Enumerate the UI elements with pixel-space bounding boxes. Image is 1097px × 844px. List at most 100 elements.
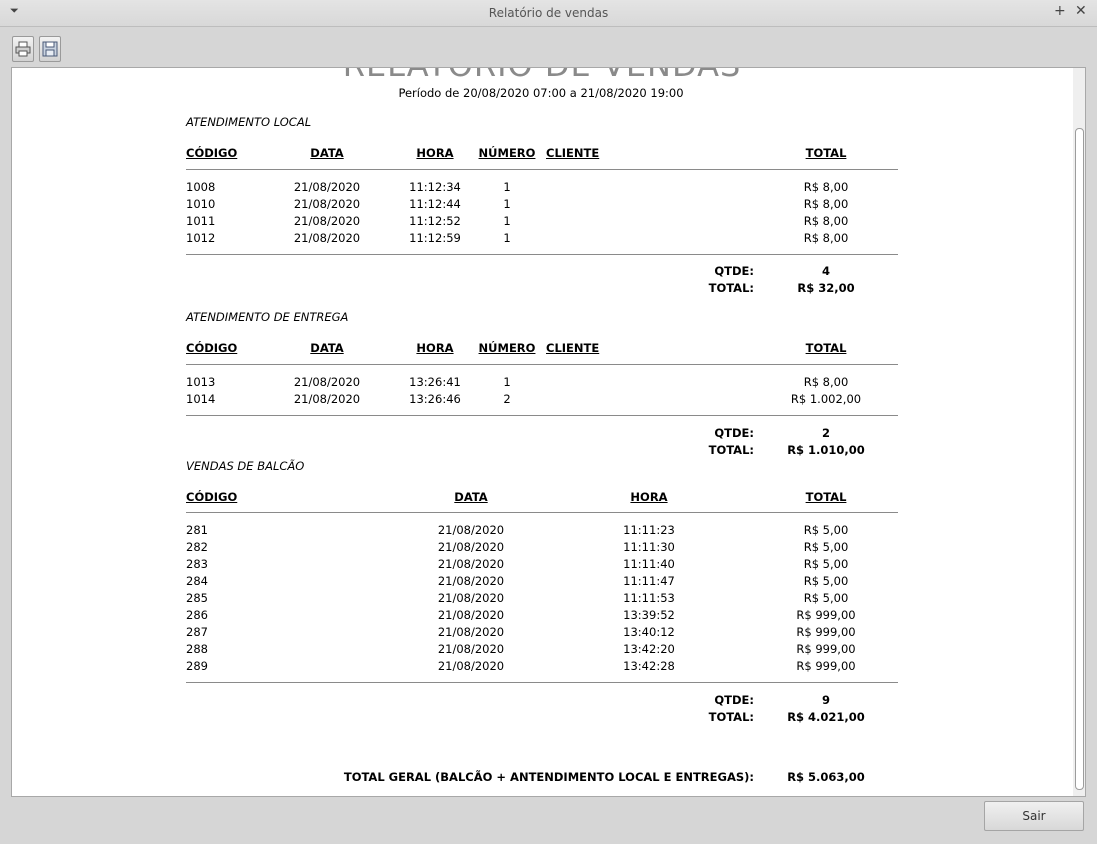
cell-data: 21/08/2020 xyxy=(293,392,361,406)
cell-hora: 11:11:53 xyxy=(623,591,675,605)
header-hora: HORA xyxy=(630,490,668,504)
divider xyxy=(186,254,898,255)
cell-data: 21/08/2020 xyxy=(437,557,505,571)
header-total: TOTAL xyxy=(805,341,847,355)
cell-hora: 11:12:59 xyxy=(409,231,461,245)
cell-data: 21/08/2020 xyxy=(437,540,505,554)
cell-codigo: 286 xyxy=(186,608,208,622)
cell-hora: 11:11:47 xyxy=(623,574,675,588)
divider xyxy=(186,364,898,365)
cell-data: 21/08/2020 xyxy=(437,625,505,639)
qtde-value: 9 xyxy=(821,693,830,707)
cell-codigo: 289 xyxy=(186,659,208,673)
cell-data: 21/08/2020 xyxy=(293,197,361,211)
cell-codigo: 287 xyxy=(186,625,208,639)
cell-numero: 1 xyxy=(503,197,511,211)
cell-total: R$ 999,00 xyxy=(796,642,856,656)
maximize-icon[interactable]: + xyxy=(1054,3,1066,19)
report-period: Período de 20/08/2020 07:00 a 21/08/2020… xyxy=(398,86,684,100)
qtde-label: QTDE: xyxy=(714,693,754,707)
cell-total: R$ 5,00 xyxy=(803,540,849,554)
divider xyxy=(186,415,898,416)
cell-total: R$ 8,00 xyxy=(803,231,849,245)
divider xyxy=(186,512,898,513)
header-numero: NÚMERO xyxy=(478,146,536,160)
cell-hora: 11:11:30 xyxy=(623,540,675,554)
exit-button[interactable]: Sair xyxy=(984,801,1084,831)
header-codigo: CÓDIGO xyxy=(186,490,238,504)
cell-codigo: 282 xyxy=(186,540,208,554)
qtde-label: QTDE: xyxy=(714,426,754,440)
header-hora: HORA xyxy=(416,341,454,355)
cell-codigo: 1014 xyxy=(186,392,216,406)
cell-data: 21/08/2020 xyxy=(437,591,505,605)
cell-total: R$ 5,00 xyxy=(803,523,849,537)
cell-data: 21/08/2020 xyxy=(293,375,361,389)
scrollbar-thumb[interactable] xyxy=(1075,128,1084,790)
report-view[interactable]: RELATÓRIO DE VENDAS Período de 20/08/202… xyxy=(11,67,1086,797)
cell-numero: 1 xyxy=(503,231,511,245)
close-icon[interactable]: ✕ xyxy=(1075,3,1087,19)
toolbar xyxy=(0,27,1097,65)
header-total: TOTAL xyxy=(805,146,847,160)
header-codigo: CÓDIGO xyxy=(186,341,238,355)
cell-hora: 13:26:41 xyxy=(409,375,461,389)
cell-hora: 11:12:44 xyxy=(409,197,461,211)
cell-data: 21/08/2020 xyxy=(437,523,505,537)
header-cliente: CLIENTE xyxy=(546,146,600,160)
qtde-value: 2 xyxy=(821,426,830,440)
cell-total: R$ 999,00 xyxy=(796,625,856,639)
cell-data: 21/08/2020 xyxy=(293,214,361,228)
cell-hora: 13:42:28 xyxy=(623,659,675,673)
header-numero: NÚMERO xyxy=(478,341,536,355)
cell-hora: 13:42:20 xyxy=(623,642,675,656)
cell-total: R$ 5,00 xyxy=(803,557,849,571)
cell-hora: 11:12:52 xyxy=(409,214,461,228)
cell-data: 21/08/2020 xyxy=(437,574,505,588)
print-button[interactable] xyxy=(12,36,34,62)
section-title-entrega: ATENDIMENTO DE ENTREGA xyxy=(186,310,349,324)
window-title: Relatório de vendas xyxy=(488,6,609,20)
window-titlebar: ⏷ Relatório de vendas + ✕ xyxy=(0,0,1097,27)
total-label: TOTAL: xyxy=(708,443,754,457)
header-cliente: CLIENTE xyxy=(546,341,600,355)
cell-data: 21/08/2020 xyxy=(437,659,505,673)
divider xyxy=(186,169,898,170)
printer-icon xyxy=(15,41,31,57)
cell-data: 21/08/2020 xyxy=(293,231,361,245)
header-hora: HORA xyxy=(416,146,454,160)
cell-codigo: 1012 xyxy=(186,231,216,245)
cell-codigo: 288 xyxy=(186,642,208,656)
total-label: TOTAL: xyxy=(708,710,754,724)
section-title-balcao: VENDAS DE BALCÃO xyxy=(186,459,305,473)
cell-total: R$ 5,00 xyxy=(803,591,849,605)
cell-hora: 11:12:34 xyxy=(409,180,461,194)
vertical-scrollbar[interactable] xyxy=(1073,67,1086,797)
cell-codigo: 281 xyxy=(186,523,208,537)
cell-codigo: 1008 xyxy=(186,180,216,194)
header-total: TOTAL xyxy=(805,490,847,504)
cell-numero: 1 xyxy=(503,180,511,194)
cell-numero: 1 xyxy=(503,214,511,228)
section-title-local: ATENDIMENTO LOCAL xyxy=(186,115,312,129)
total-value: R$ 32,00 xyxy=(797,281,855,295)
header-data: DATA xyxy=(454,490,488,504)
grand-total-value: R$ 5.063,00 xyxy=(787,770,865,784)
divider xyxy=(186,682,898,683)
cell-hora: 11:11:23 xyxy=(623,523,675,537)
qtde-label: QTDE: xyxy=(714,264,754,278)
cell-codigo: 1010 xyxy=(186,197,216,211)
cell-codigo: 1013 xyxy=(186,375,216,389)
save-button[interactable] xyxy=(39,36,61,62)
cell-codigo: 285 xyxy=(186,591,208,605)
cell-total: R$ 5,00 xyxy=(803,574,849,588)
cell-codigo: 284 xyxy=(186,574,208,588)
header-codigo: CÓDIGO xyxy=(186,146,238,160)
cell-hora: 13:26:46 xyxy=(409,392,461,406)
cell-total: R$ 1.002,00 xyxy=(790,392,862,406)
cell-numero: 2 xyxy=(503,392,511,406)
cell-total: R$ 8,00 xyxy=(803,197,849,211)
cell-hora: 13:40:12 xyxy=(623,625,675,639)
total-label: TOTAL: xyxy=(708,281,754,295)
cell-data: 21/08/2020 xyxy=(293,180,361,194)
